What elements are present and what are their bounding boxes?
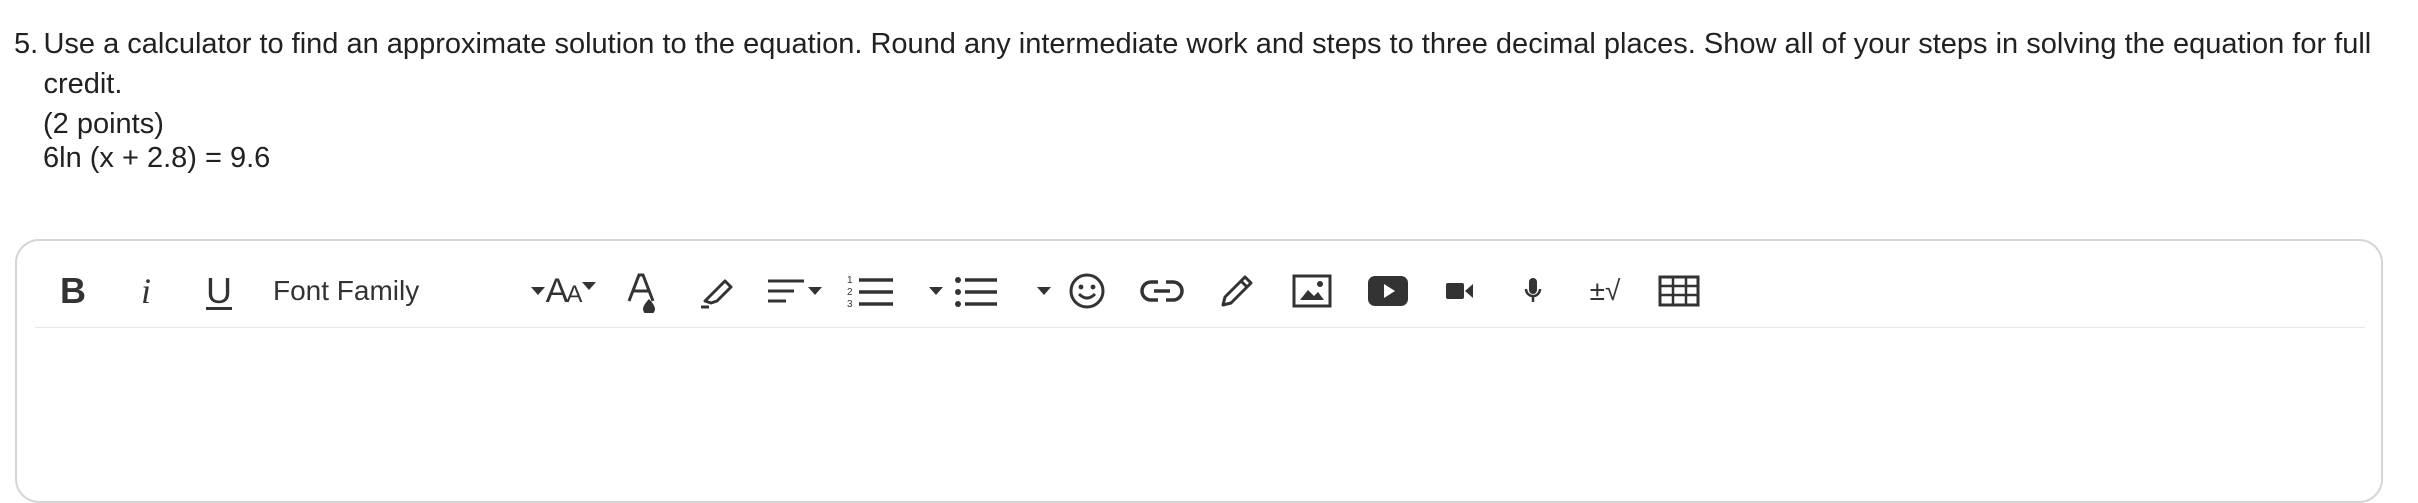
font-color-icon <box>627 273 655 313</box>
rich-text-editor: B i U Font Family AA 1 2 3 ±√ <box>15 239 2383 503</box>
link-button[interactable] <box>1139 269 1185 313</box>
font-size-icon: AA <box>545 271 583 311</box>
link-icon <box>1140 280 1184 302</box>
editor-text-area[interactable] <box>35 341 2365 481</box>
question-number: 5. <box>14 28 39 60</box>
question-text: Use a calculator to find an approximate … <box>43 28 2372 100</box>
chevron-down-icon <box>929 287 943 295</box>
highlighter-icon <box>701 279 733 309</box>
video-camera-icon <box>1446 283 1473 299</box>
align-button[interactable] <box>763 269 825 313</box>
bullet-list-icon <box>955 277 997 307</box>
bold-button[interactable]: B <box>55 269 91 313</box>
emoji-button[interactable] <box>1065 269 1109 313</box>
chevron-down-icon <box>1037 287 1051 295</box>
svg-text:1: 1 <box>847 275 853 286</box>
table-button[interactable] <box>1657 269 1701 313</box>
image-button[interactable] <box>1291 269 1333 313</box>
image-icon <box>1292 274 1332 308</box>
numbered-list-button[interactable]: 1 2 3 <box>847 269 943 313</box>
record-audio-button[interactable] <box>1519 269 1547 313</box>
equation: 6ln (x + 2.8) = 9.6 <box>43 142 271 174</box>
italic-button[interactable]: i <box>131 269 161 313</box>
video-button[interactable] <box>1367 269 1409 313</box>
emoji-icon <box>1069 273 1105 309</box>
video-play-icon <box>1368 276 1408 306</box>
microphone-icon <box>1524 278 1542 302</box>
draw-button[interactable] <box>1215 269 1259 313</box>
chevron-down-icon <box>808 287 822 295</box>
svg-text:2: 2 <box>847 287 853 298</box>
question-points: (2 points) <box>43 108 164 140</box>
font-size-big: A <box>545 271 569 310</box>
draw-icon <box>1221 275 1253 307</box>
align-icon <box>768 279 804 303</box>
font-size-button[interactable]: AA <box>537 269 605 313</box>
font-color-button[interactable] <box>623 269 663 313</box>
svg-text:3: 3 <box>847 299 853 309</box>
font-size-small: A <box>566 280 582 308</box>
math-button[interactable]: ±√ <box>1583 269 1627 313</box>
table-icon <box>1658 275 1700 307</box>
font-family-dropdown[interactable]: Font Family <box>273 269 545 313</box>
underline-button[interactable]: U <box>201 269 237 313</box>
numbered-list-icon: 1 2 3 <box>847 275 893 309</box>
bullet-list-button[interactable] <box>955 269 1051 313</box>
chevron-down-icon <box>582 282 597 290</box>
record-video-button[interactable] <box>1445 269 1475 313</box>
question: 5. Use a calculator to find an approxima… <box>14 24 2414 144</box>
highlight-button[interactable] <box>695 269 739 313</box>
editor-toolbar: B i U Font Family AA 1 2 3 ±√ <box>35 263 2365 328</box>
font-family-label: Font Family <box>273 275 420 306</box>
